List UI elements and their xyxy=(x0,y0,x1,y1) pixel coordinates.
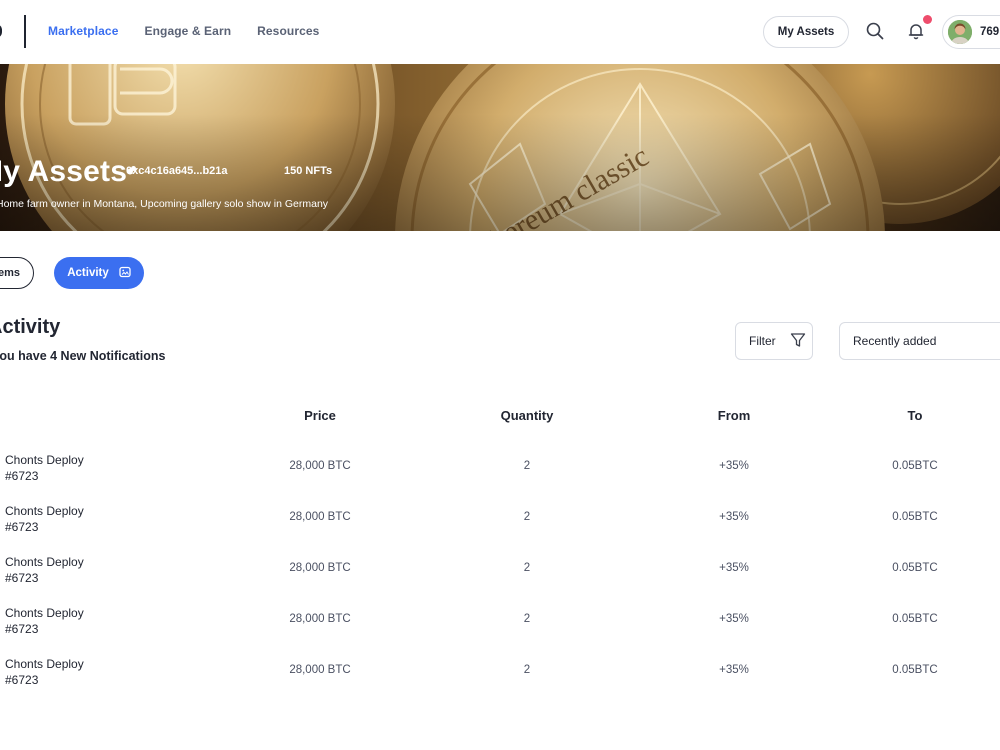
filter-icon xyxy=(790,332,806,351)
quantity-cell: 2 xyxy=(523,511,531,523)
tab-items-label: Items xyxy=(0,267,20,279)
notification-summary: You have 4 New Notifications xyxy=(0,349,166,363)
item-cell: Chonts Deploy #6723 xyxy=(5,452,84,484)
nav-resources[interactable]: Resources xyxy=(257,24,319,38)
to-cell: 0.05BTC xyxy=(892,460,938,472)
sort-dropdown-value: Recently added xyxy=(853,334,937,348)
logo[interactable] xyxy=(0,24,2,38)
avatar xyxy=(948,20,972,44)
quantity-cell: 2 xyxy=(523,460,531,472)
item-id: #6723 xyxy=(5,622,39,636)
item-name: Chonts Deploy xyxy=(5,504,84,518)
section-title: Activity xyxy=(0,316,61,338)
item-name: Chonts Deploy xyxy=(5,606,84,620)
nft-count: 150 NFTs xyxy=(284,165,333,177)
profile-title: My Assets xyxy=(0,155,128,188)
header-divider xyxy=(24,15,26,48)
quantity-cell: 2 xyxy=(523,664,531,676)
top-header: Marketplace Engage & Earn Resources My A… xyxy=(0,0,1000,64)
column-header-quantity: Quantity xyxy=(500,408,554,423)
nav-marketplace[interactable]: Marketplace xyxy=(48,24,118,38)
table-row[interactable]: Chonts Deploy #6723 28,000 BTC 2 +35% 0.… xyxy=(0,554,1000,605)
item-id: #6723 xyxy=(5,520,39,534)
image-icon xyxy=(119,266,131,281)
item-cell: Chonts Deploy #6723 xyxy=(5,503,84,535)
item-name: Chonts Deploy xyxy=(5,555,84,569)
table-row[interactable]: Chonts Deploy #6723 28,000 BTC 2 +35% 0.… xyxy=(0,656,1000,707)
column-header-to: To xyxy=(907,408,923,423)
to-cell: 0.05BTC xyxy=(892,511,938,523)
item-name: Chonts Deploy xyxy=(5,453,84,467)
user-balance: 769 xyxy=(980,26,1000,38)
price-cell: 28,000 BTC xyxy=(289,460,351,472)
profile-bio: Home farm owner in Montana, Upcoming gal… xyxy=(0,198,329,210)
to-cell: 0.05BTC xyxy=(892,613,938,625)
user-menu[interactable]: 769 xyxy=(942,15,1000,49)
from-cell: +35% xyxy=(719,664,749,676)
quantity-cell: 2 xyxy=(523,562,531,574)
from-cell: +35% xyxy=(719,562,749,574)
price-cell: 28,000 BTC xyxy=(289,613,351,625)
profile-banner: ethereum classic My Assets 0xc4c16a645..… xyxy=(0,64,1000,231)
main-nav: Marketplace Engage & Earn Resources xyxy=(48,24,319,38)
filter-button[interactable]: Filter xyxy=(735,322,813,360)
item-id: #6723 xyxy=(5,469,39,483)
table-row[interactable]: Chonts Deploy #6723 28,000 BTC 2 +35% 0.… xyxy=(0,503,1000,554)
filter-button-label: Filter xyxy=(749,334,776,348)
wallet-address-text: 0xc4c16a645...b21a xyxy=(126,165,228,177)
table-row[interactable]: Chonts Deploy #6723 28,000 BTC 2 +35% 0.… xyxy=(0,452,1000,503)
quantity-cell: 2 xyxy=(523,613,531,625)
column-header-from: From xyxy=(717,408,751,423)
from-cell: +35% xyxy=(719,613,749,625)
tab-items[interactable]: Items xyxy=(0,257,34,289)
my-assets-button[interactable]: My Assets xyxy=(763,16,849,48)
item-cell: Chonts Deploy #6723 xyxy=(5,656,84,688)
item-id: #6723 xyxy=(5,673,39,687)
from-cell: +35% xyxy=(719,511,749,523)
sort-dropdown[interactable]: Recently added xyxy=(839,322,1000,360)
column-header-price: Price xyxy=(304,408,336,423)
nav-engage-earn[interactable]: Engage & Earn xyxy=(144,24,231,38)
from-cell: +35% xyxy=(719,460,749,472)
tab-activity-label: Activity xyxy=(67,267,109,279)
item-cell: Chonts Deploy #6723 xyxy=(5,554,84,586)
price-cell: 28,000 BTC xyxy=(289,562,351,574)
item-id: #6723 xyxy=(5,571,39,585)
item-name: Chonts Deploy xyxy=(5,657,84,671)
to-cell: 0.05BTC xyxy=(892,562,938,574)
price-cell: 28,000 BTC xyxy=(289,511,351,523)
search-icon[interactable] xyxy=(864,20,886,42)
to-cell: 0.05BTC xyxy=(892,664,938,676)
table-row[interactable]: Chonts Deploy #6723 28,000 BTC 2 +35% 0.… xyxy=(0,605,1000,656)
notification-badge xyxy=(923,15,932,24)
price-cell: 28,000 BTC xyxy=(289,664,351,676)
wallet-address: 0xc4c16a645...b21a xyxy=(126,165,236,177)
item-cell: Chonts Deploy #6723 xyxy=(5,605,84,637)
tab-activity[interactable]: Activity xyxy=(54,257,144,289)
bell-icon[interactable] xyxy=(905,20,927,42)
